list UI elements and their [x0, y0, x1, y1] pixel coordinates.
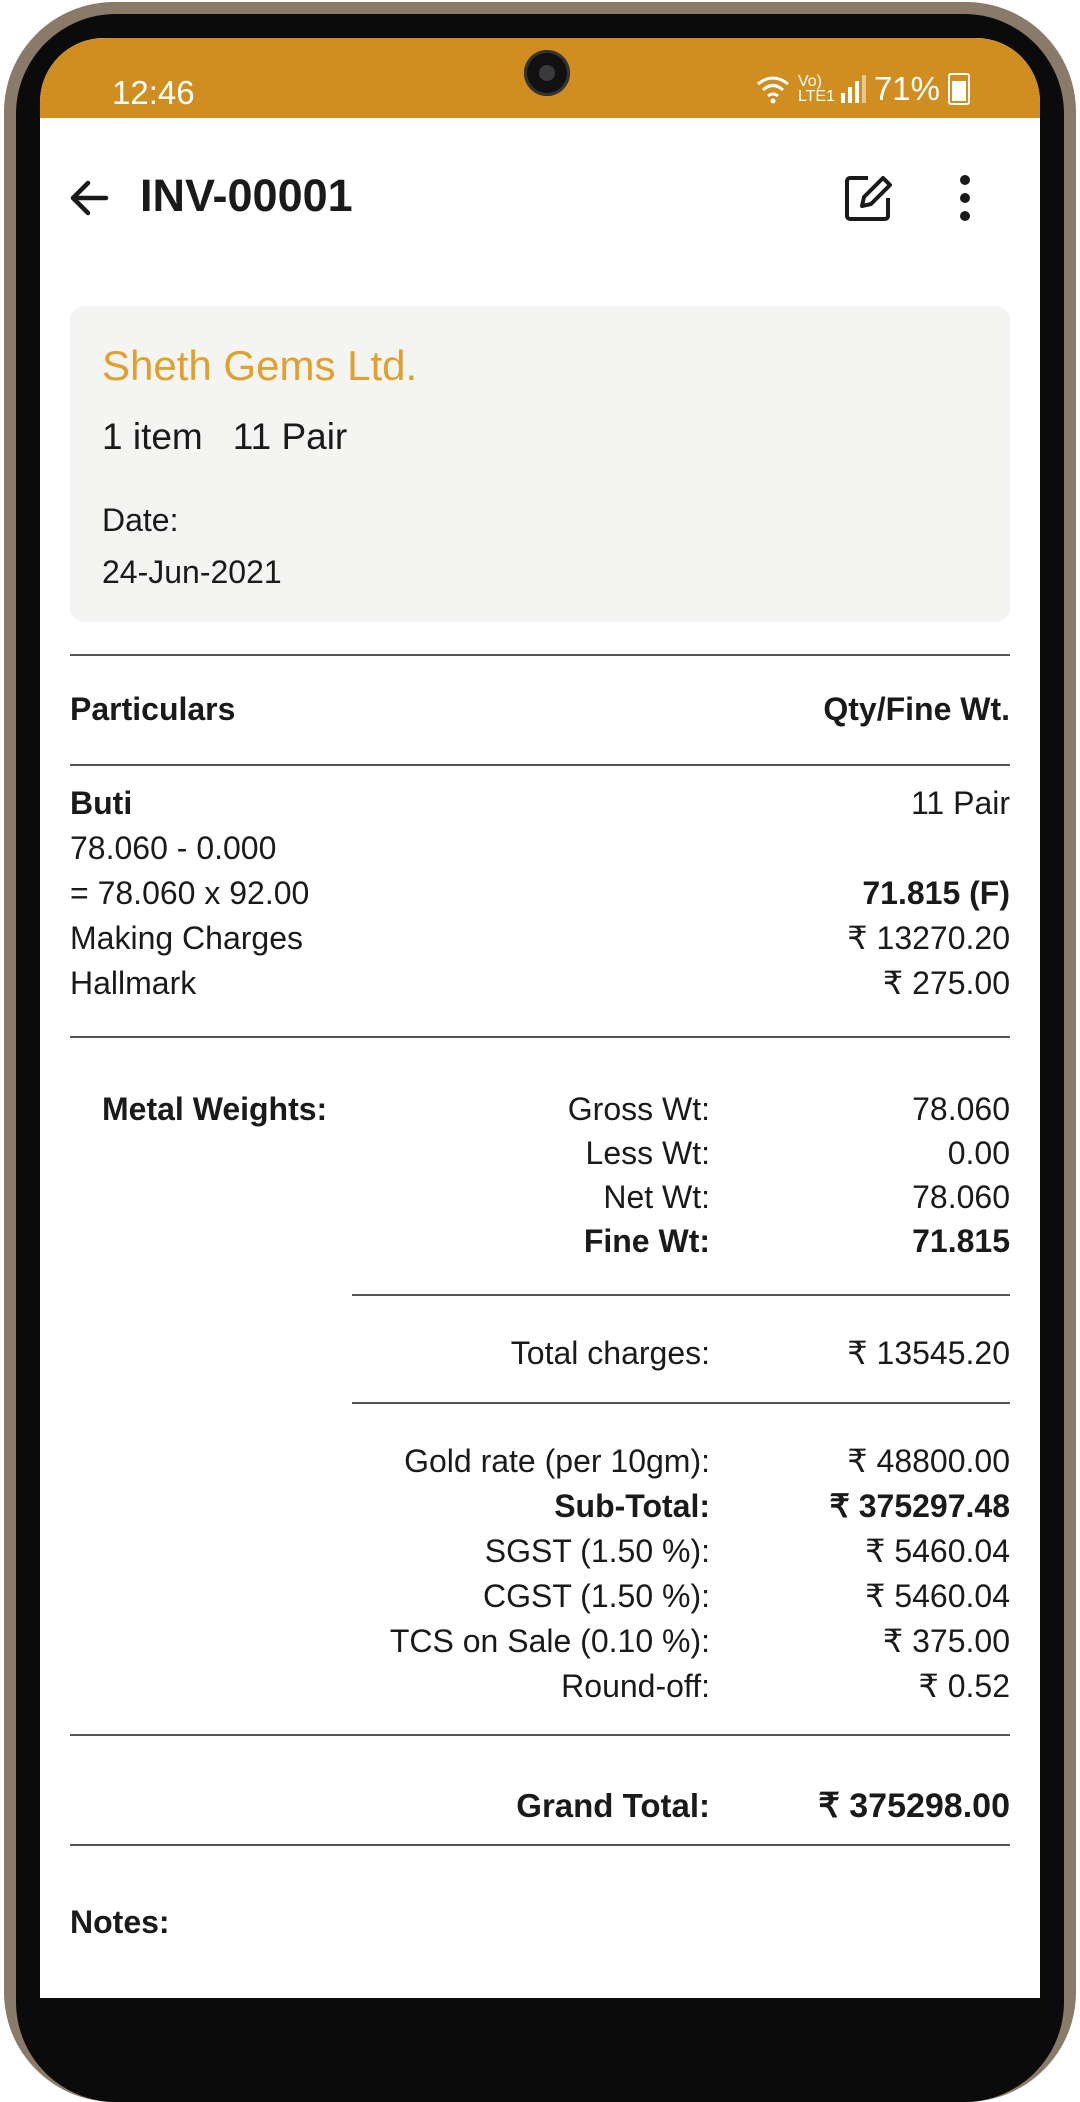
battery-icon — [948, 73, 970, 105]
sgst-value: ₹ 5460.04 — [865, 1533, 1010, 1569]
divider — [70, 1036, 1010, 1038]
making-charges-value: ₹ 13270.20 — [847, 920, 1010, 956]
signal-icon — [840, 75, 866, 103]
column-header-particulars: Particulars — [70, 691, 236, 727]
gold-rate-value: ₹ 48800.00 — [847, 1443, 1010, 1479]
column-header-qty: Qty/Fine Wt. — [823, 691, 1010, 727]
making-charges-label: Making Charges — [70, 920, 303, 956]
subtotal-value: ₹ 375297.48 — [829, 1488, 1010, 1524]
cgst-label: CGST (1.50 %): — [482, 1578, 710, 1614]
party-summary: 1 item 11 Pair — [102, 416, 347, 458]
tcs-label: TCS on Sale (0.10 %): — [389, 1623, 710, 1659]
cgst-value: ₹ 5460.04 — [865, 1578, 1010, 1614]
gross-wt-value: 78.060 — [912, 1091, 1010, 1127]
grand-total-label: Grand Total: — [516, 1787, 710, 1824]
more-vert-icon[interactable] — [945, 170, 985, 226]
front-camera — [524, 50, 570, 96]
item-fine-calc: = 78.060 x 92.00 — [70, 875, 310, 911]
hallmark-label: Hallmark — [70, 965, 197, 1001]
back-arrow-icon[interactable] — [62, 170, 118, 226]
date-value: 24-Jun-2021 — [102, 554, 282, 590]
date-label: Date: — [102, 502, 179, 538]
total-charges-label: Total charges: — [510, 1335, 710, 1371]
gold-rate-label: Gold rate (per 10gm): — [404, 1443, 710, 1479]
hallmark-value: ₹ 275.00 — [882, 965, 1010, 1001]
page-title: INV-00001 — [140, 170, 353, 221]
fine-wt-label: Fine Wt: — [583, 1223, 710, 1259]
net-wt-label: Net Wt: — [603, 1179, 710, 1215]
divider — [70, 654, 1010, 656]
grand-total-value: ₹ 375298.00 — [818, 1787, 1010, 1825]
divider — [352, 1294, 1010, 1296]
divider — [70, 1734, 1010, 1736]
divider — [70, 764, 1010, 766]
less-wt-value: 0.00 — [947, 1135, 1010, 1171]
subtotal-label: Sub-Total: — [554, 1488, 710, 1524]
status-icons: Vo) LTE1 71% — [756, 70, 970, 108]
status-bar: 12:46 Vo) LTE1 71% — [40, 38, 1040, 118]
status-time: 12:46 — [112, 74, 195, 111]
net-wt-value: 78.060 — [912, 1179, 1010, 1215]
divider — [70, 1844, 1010, 1846]
screen: 12:46 Vo) LTE1 71% INV-00001 Sheth Gems … — [40, 38, 1040, 1998]
notes-label: Notes: — [70, 1904, 170, 1940]
network-type-icon: Vo) LTE1 — [797, 73, 835, 105]
wifi-icon — [757, 76, 789, 104]
item-count: 1 item — [102, 416, 203, 457]
item-weight-calc: 78.060 - 0.000 — [70, 830, 277, 866]
roundoff-label: Round-off: — [561, 1668, 710, 1704]
tcs-value: ₹ 375.00 — [882, 1623, 1010, 1659]
pair-count: 11 Pair — [232, 416, 348, 457]
party-name: Sheth Gems Ltd. — [102, 342, 418, 389]
party-card[interactable]: Sheth Gems Ltd. 1 item 11 Pair Date: 24-J… — [70, 306, 1010, 622]
item-fine-wt: 71.815 (F) — [862, 875, 1010, 911]
metal-weights-title: Metal Weights: — [102, 1091, 328, 1127]
roundoff-value: ₹ 0.52 — [918, 1668, 1010, 1704]
fine-wt-value: 71.815 — [912, 1223, 1010, 1259]
total-charges-value: ₹ 13545.20 — [847, 1335, 1010, 1371]
item-name: Buti — [70, 785, 133, 821]
gross-wt-label: Gross Wt: — [567, 1091, 710, 1127]
item-qty: 11 Pair — [910, 785, 1010, 821]
app-bar: INV-00001 — [40, 118, 1040, 268]
sgst-label: SGST (1.50 %): — [484, 1533, 710, 1569]
edit-icon[interactable] — [840, 170, 896, 226]
less-wt-label: Less Wt: — [585, 1135, 710, 1171]
divider — [352, 1402, 1010, 1404]
battery-percent: 71% — [873, 70, 940, 107]
